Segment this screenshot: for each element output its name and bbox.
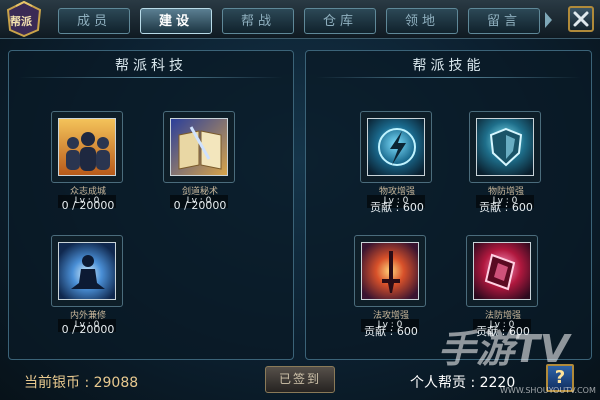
tech-name: 众志成城	[69, 187, 106, 197]
magic-barrier-icon	[473, 242, 531, 300]
sign-in-button[interactable]: 已签到	[265, 366, 335, 393]
tab-label: 建设	[158, 14, 193, 29]
tab-members[interactable]: 成员	[58, 8, 130, 34]
watermark-url: WWW.SHOUYOUTV.COM	[500, 386, 596, 395]
tab-label: 领地	[404, 14, 439, 29]
skill-cost: 贡献 : 600	[370, 201, 424, 214]
tab-scroll-right-icon[interactable]	[545, 12, 552, 28]
guild-emblem-text: 帮派	[10, 15, 32, 28]
close-button[interactable]	[568, 6, 594, 32]
tech-card[interactable]: Lv : 0 众志成城 0 / 20000	[51, 111, 125, 215]
tab-warehouse[interactable]: 仓库	[304, 8, 376, 34]
lightning-strike-icon	[367, 118, 425, 176]
tab-label: 留言	[486, 14, 521, 29]
close-icon	[573, 11, 589, 27]
guild-tech-panel: 帮派科技 Lv : 0 众志成城 0 / 20000 Lv: 0 剑道秘术 0…	[8, 50, 294, 360]
tech-progress: 0 / 20000	[173, 199, 227, 212]
tech-progress: 0 / 20000	[61, 323, 115, 336]
tech-card[interactable]: Lv : 0 剑道秘术 0 / 20000	[163, 111, 237, 215]
watermark-logo: 手游TV	[438, 327, 570, 371]
skill-name: 物攻增强	[378, 187, 415, 197]
skill-card[interactable]: Lv : 0 物攻增强 贡献 : 600	[360, 111, 434, 215]
skill-name: 物防增强	[487, 187, 524, 197]
guild-emblem-icon: 帮派	[2, 0, 46, 38]
tab-messages[interactable]: 留言	[468, 8, 540, 34]
guild-window: 帮派 成员 建设 帮战 仓库 领地 留言 帮派科技 Lv: 0 众志成城 0 …	[0, 0, 600, 400]
skill-cost: 贡献 : 600	[364, 325, 418, 338]
tab-label: 帮战	[240, 14, 275, 29]
tab-construction[interactable]: 建设	[140, 8, 212, 34]
tech-name: 剑道秘术	[181, 187, 218, 197]
tab-guild-war[interactable]: 帮战	[222, 8, 294, 34]
shield-icon	[476, 118, 534, 176]
guild-skills-panel: 帮派技能 Lv : 0 物攻增强 贡献 : 600 Lv : 0 物防增强 贡献…	[305, 50, 592, 360]
tech-card[interactable]: Lv : 0 内外兼修 0 / 20000	[51, 235, 125, 339]
tech-progress: 0 / 20000	[61, 199, 115, 212]
panel-title: 帮派技能	[412, 58, 485, 74]
tab-territory[interactable]: 领地	[386, 8, 458, 34]
divider	[19, 77, 283, 78]
skill-card[interactable]: Lv : 0 物防增强 贡献 : 600	[469, 111, 543, 215]
skill-cost: 贡献 : 600	[479, 201, 533, 214]
silver-balance: 当前银币 : 29088	[24, 375, 139, 391]
spellbook-icon	[170, 118, 228, 176]
crowd-icon	[58, 118, 116, 176]
panel-title: 帮派科技	[115, 58, 187, 74]
flame-sword-icon	[361, 242, 419, 300]
tab-label: 成员	[76, 14, 111, 29]
skill-card[interactable]: Lv : 0 法攻增强 贡献 : 600	[354, 235, 428, 339]
tech-name: 内外兼修	[69, 311, 106, 321]
tab-bar: 帮派 成员 建设 帮战 仓库 领地 留言	[0, 0, 600, 39]
divider	[316, 77, 581, 78]
tab-label: 仓库	[322, 14, 357, 29]
meditation-icon	[58, 242, 116, 300]
skill-name: 法攻增强	[372, 311, 409, 321]
